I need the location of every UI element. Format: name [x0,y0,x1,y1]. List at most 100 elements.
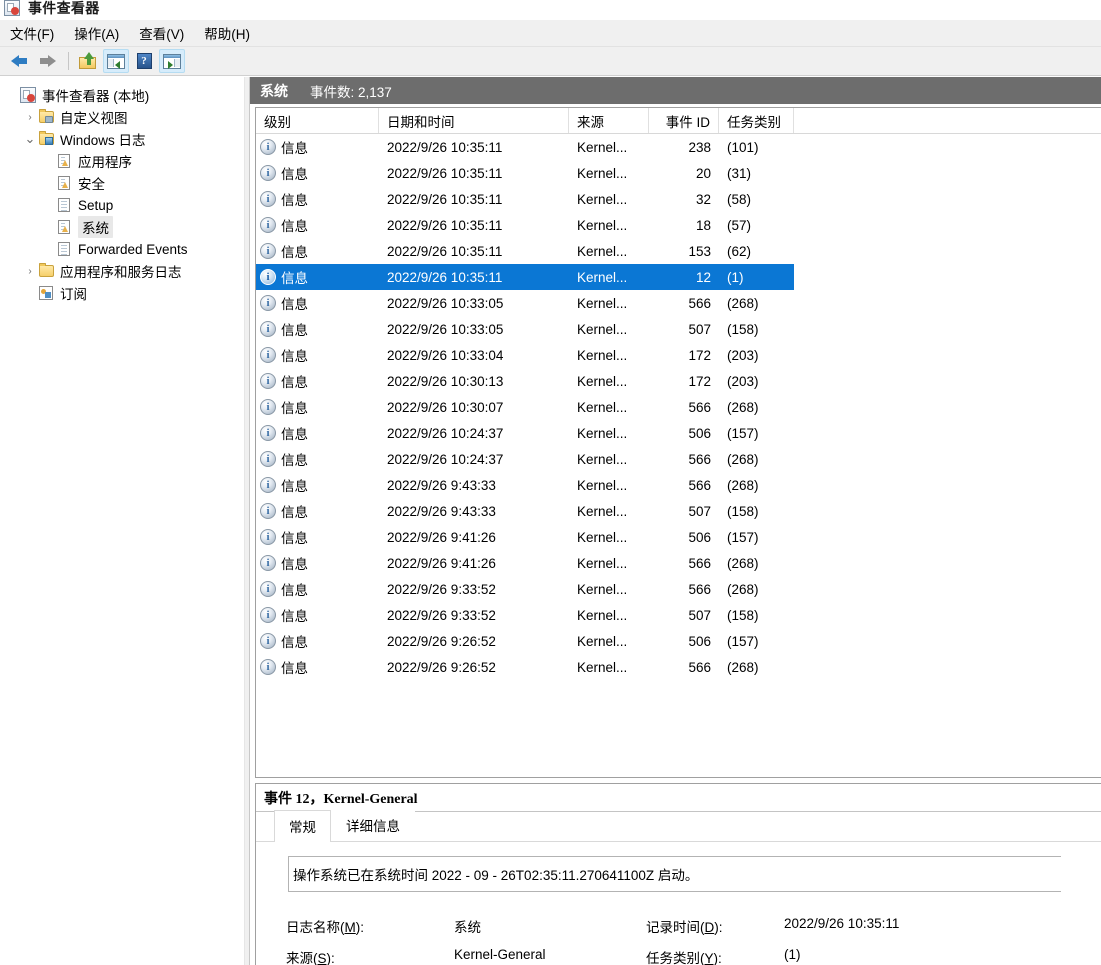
table-row[interactable]: i 信息 2022/9/26 10:35:11 Kernel... 238 (101) [256,134,1101,160]
cell-event-id: 506 [688,425,711,441]
table-row[interactable]: i 信息 2022/9/26 10:35:11 Kernel... 153 (62) [256,238,1101,264]
table-row[interactable]: i 信息 2022/9/26 10:33:05 Kernel... 507 (158) [256,316,1101,342]
tree-item-setup[interactable]: Setup [0,194,244,216]
toolbar-help[interactable]: ? [131,49,157,73]
event-detail-pane: 事件 12，Kernel-General 常规 详细信息 操作系统已在系统时间 … [255,783,1101,965]
tree-item-label: Setup [78,197,114,213]
cell-datetime: 2022/9/26 9:26:52 [387,659,496,675]
table-row[interactable]: i 信息 2022/9/26 10:33:05 Kernel... 566 (268) [256,290,1101,316]
tree-item-security[interactable]: 安全 [0,172,244,194]
cell-datetime: 2022/9/26 10:24:37 [387,425,504,441]
table-row[interactable]: i 信息 2022/9/26 9:33:52 Kernel... 566 (268) [256,576,1101,602]
table-row[interactable]: i 信息 2022/9/26 10:35:11 Kernel... 12 (1) [256,264,794,290]
tab-general[interactable]: 常规 [274,810,331,842]
cell-datetime: 2022/9/26 9:43:33 [387,503,496,519]
information-icon: i [260,581,276,597]
cell-task-category: (268) [727,555,759,571]
cell-event-id: 566 [688,659,711,675]
field-source-label: 来源(S): [286,951,335,965]
table-row[interactable]: i 信息 2022/9/26 10:30:07 Kernel... 566 (268) [256,394,1101,420]
cell-task-category: (157) [727,633,759,649]
table-row[interactable]: i 信息 2022/9/26 10:35:11 Kernel... 32 (58) [256,186,1101,212]
toolbar-back[interactable] [6,49,32,73]
cell-task-category: (268) [727,581,759,597]
chevron-right-icon[interactable]: › [22,263,38,279]
table-row[interactable]: i 信息 2022/9/26 9:26:52 Kernel... 506 (157) [256,628,1101,654]
cell-level: i 信息 [256,501,379,521]
cell-task-category: (158) [727,607,759,623]
tree-item-label: Forwarded Events [78,241,188,257]
cell-event-id: 566 [688,295,711,311]
information-icon: i [260,347,276,363]
cell-event-id: 18 [695,217,711,233]
cell-datetime: 2022/9/26 10:33:05 [387,295,504,311]
menu-file[interactable]: 文件(F) [0,20,64,46]
table-row[interactable]: i 信息 2022/9/26 10:33:04 Kernel... 172 (203) [256,342,1101,368]
title-bar: 事件查看器 [0,0,1101,18]
cell-datetime: 2022/9/26 10:35:11 [387,165,503,181]
table-row[interactable]: i 信息 2022/9/26 10:35:11 Kernel... 20 (31) [256,160,1101,186]
tree-item-subscriptions[interactable]: 订阅 [0,282,244,304]
tree-item-forwarded-events[interactable]: Forwarded Events [0,238,244,260]
cell-event-id: 32 [695,191,711,207]
field-source-value: Kernel-General [454,947,546,962]
table-row[interactable]: i 信息 2022/9/26 9:26:52 Kernel... 566 (268) [256,654,1101,680]
field-task-category-label: 任务类别(Y): [646,951,722,965]
folder-key-icon [38,109,56,125]
menu-action[interactable]: 操作(A) [64,20,129,46]
menu-view[interactable]: 查看(V) [129,20,194,46]
tree-item-event-viewer-local[interactable]: 事件查看器 (本地) [0,84,244,106]
column-header-level[interactable]: 级别 [256,108,379,133]
toolbar-show-tree-pane[interactable] [103,49,129,73]
table-row[interactable]: i 信息 2022/9/26 10:35:11 Kernel... 18 (57) [256,212,1101,238]
tab-details[interactable]: 详细信息 [331,809,415,841]
toolbar-show-action-pane[interactable] [159,49,185,73]
tree-item-custom-views[interactable]: › 自定义视图 [0,106,244,128]
cell-event-id: 566 [688,477,711,493]
cell-source: Kernel... [577,555,628,571]
tree-item-windows-logs[interactable]: ⌄ Windows 日志 [0,128,244,150]
cell-level-label: 信息 [281,661,308,676]
tree-item-system[interactable]: 系统 [0,216,244,238]
cell-datetime: 2022/9/26 9:33:52 [387,581,496,597]
cell-datetime: 2022/9/26 10:35:11 [387,243,503,259]
cell-task-category: (268) [727,451,759,467]
table-row[interactable]: i 信息 2022/9/26 9:41:26 Kernel... 506 (157) [256,524,1101,550]
column-header-datetime[interactable]: 日期和时间 [379,108,569,133]
tree-item-application[interactable]: 应用程序 [0,150,244,172]
column-header-task_category[interactable]: 任务类别 [719,108,794,133]
cell-event-id: 172 [688,347,711,363]
cell-level: i 信息 [256,293,379,313]
menu-help[interactable]: 帮助(H) [194,20,260,46]
cell-level-label: 信息 [281,193,308,208]
cell-level: i 信息 [256,423,379,443]
chevron-down-icon[interactable]: ⌄ [22,131,38,147]
cell-source: Kernel... [577,269,628,285]
field-task-category-value: (1) [784,947,801,962]
table-row[interactable]: i 信息 2022/9/26 9:43:33 Kernel... 507 (158) [256,498,1101,524]
cell-level-label: 信息 [281,531,308,546]
event-list-header-row: 级别 日期和时间 来源 事件 ID 任务类别 [256,108,1101,134]
toolbar-forward[interactable] [34,49,60,73]
field-log-name-label: 日志名称(M): [286,920,364,935]
cell-level: i 信息 [256,215,379,235]
tree-item-applications-and-services-logs[interactable]: › 应用程序和服务日志 [0,260,244,282]
table-row[interactable]: i 信息 2022/9/26 10:24:37 Kernel... 506 (157) [256,420,1101,446]
toolbar-up-level[interactable] [75,49,101,73]
cell-source: Kernel... [577,399,628,415]
cell-source: Kernel... [577,581,628,597]
tree-item-label: 系统 [78,216,113,238]
column-header-event_id[interactable]: 事件 ID [649,108,719,133]
table-row[interactable]: i 信息 2022/9/26 9:41:26 Kernel... 566 (268) [256,550,1101,576]
chevron-right-icon[interactable]: › [22,109,38,125]
cell-task-category: (158) [727,503,759,519]
table-row[interactable]: i 信息 2022/9/26 10:24:37 Kernel... 566 (268) [256,446,1101,472]
menu-bar: 文件(F) 操作(A) 查看(V) 帮助(H) [0,20,1101,47]
column-header-source[interactable]: 来源 [569,108,649,133]
table-row[interactable]: i 信息 2022/9/26 10:30:13 Kernel... 172 (203) [256,368,1101,394]
table-row[interactable]: i 信息 2022/9/26 9:43:33 Kernel... 566 (268) [256,472,1101,498]
forward-arrow-icon [39,54,56,68]
table-row[interactable]: i 信息 2022/9/26 9:33:52 Kernel... 507 (158) [256,602,1101,628]
event-viewer-icon [4,0,20,16]
